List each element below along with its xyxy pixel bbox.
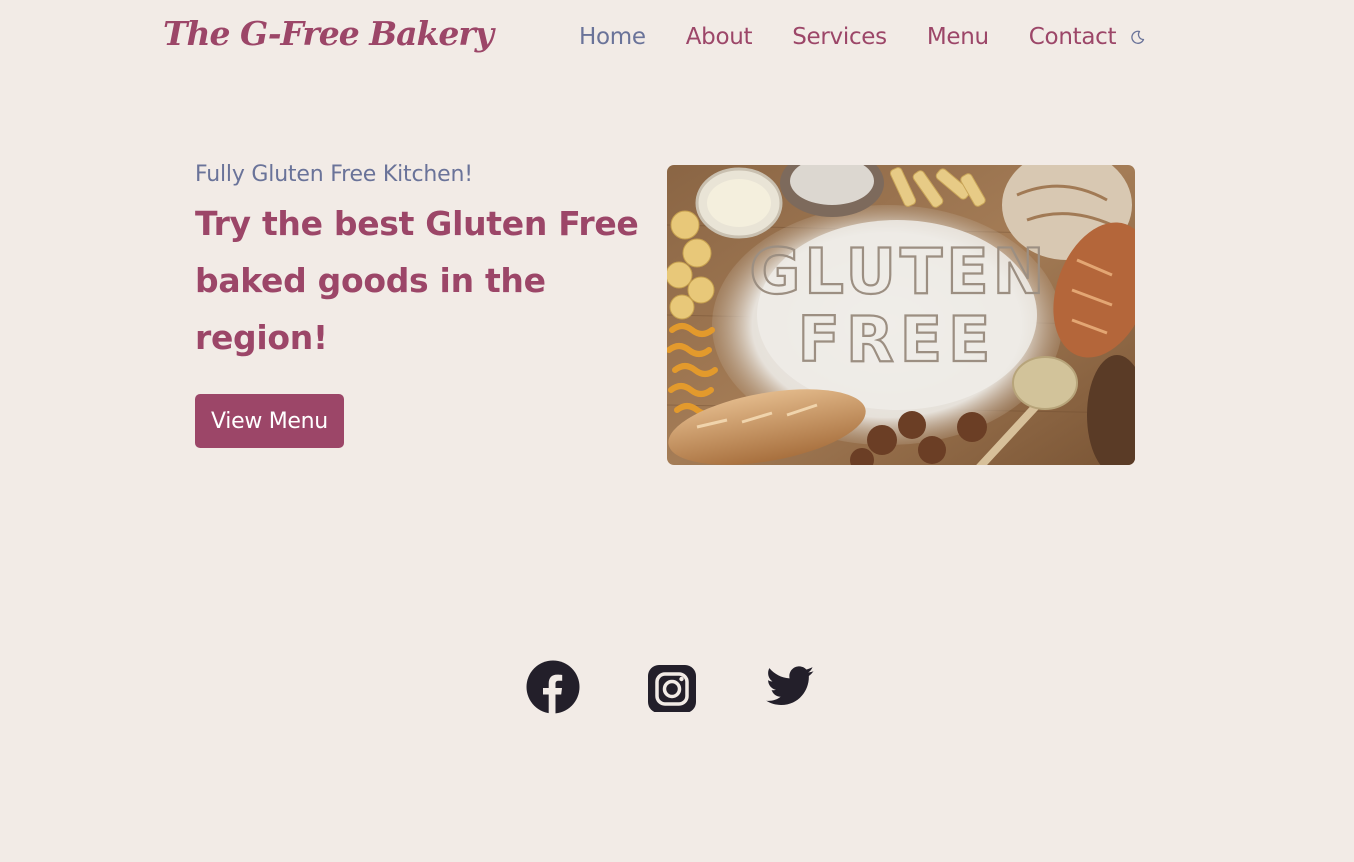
hero-section: Fully Gluten Free Kitchen! Try the best …	[195, 162, 645, 448]
moon-icon[interactable]	[1130, 29, 1146, 45]
nav-menu[interactable]: Menu	[927, 24, 989, 50]
site-logo[interactable]: The G-Free Bakery	[163, 14, 494, 53]
view-menu-button[interactable]: View Menu	[195, 394, 344, 448]
facebook-icon[interactable]	[526, 660, 580, 718]
instagram-icon[interactable]	[647, 662, 697, 716]
social-links	[526, 660, 816, 718]
nav-home[interactable]: Home	[579, 24, 646, 50]
free-text: FREE	[798, 303, 997, 376]
gluten-text: GLUTEN	[749, 235, 1048, 308]
nav-about[interactable]: About	[686, 24, 753, 50]
main-nav: Home About Services Menu Contact	[579, 24, 1146, 50]
nav-services[interactable]: Services	[792, 24, 887, 50]
twitter-icon[interactable]	[764, 661, 816, 717]
hero-headline: Try the best Gluten Free baked goods in …	[195, 204, 639, 357]
hero-image: GLUTEN FREE	[667, 165, 1135, 465]
hero-eyebrow: Fully Gluten Free Kitchen!	[195, 162, 473, 187]
nav-contact[interactable]: Contact	[1029, 24, 1117, 50]
